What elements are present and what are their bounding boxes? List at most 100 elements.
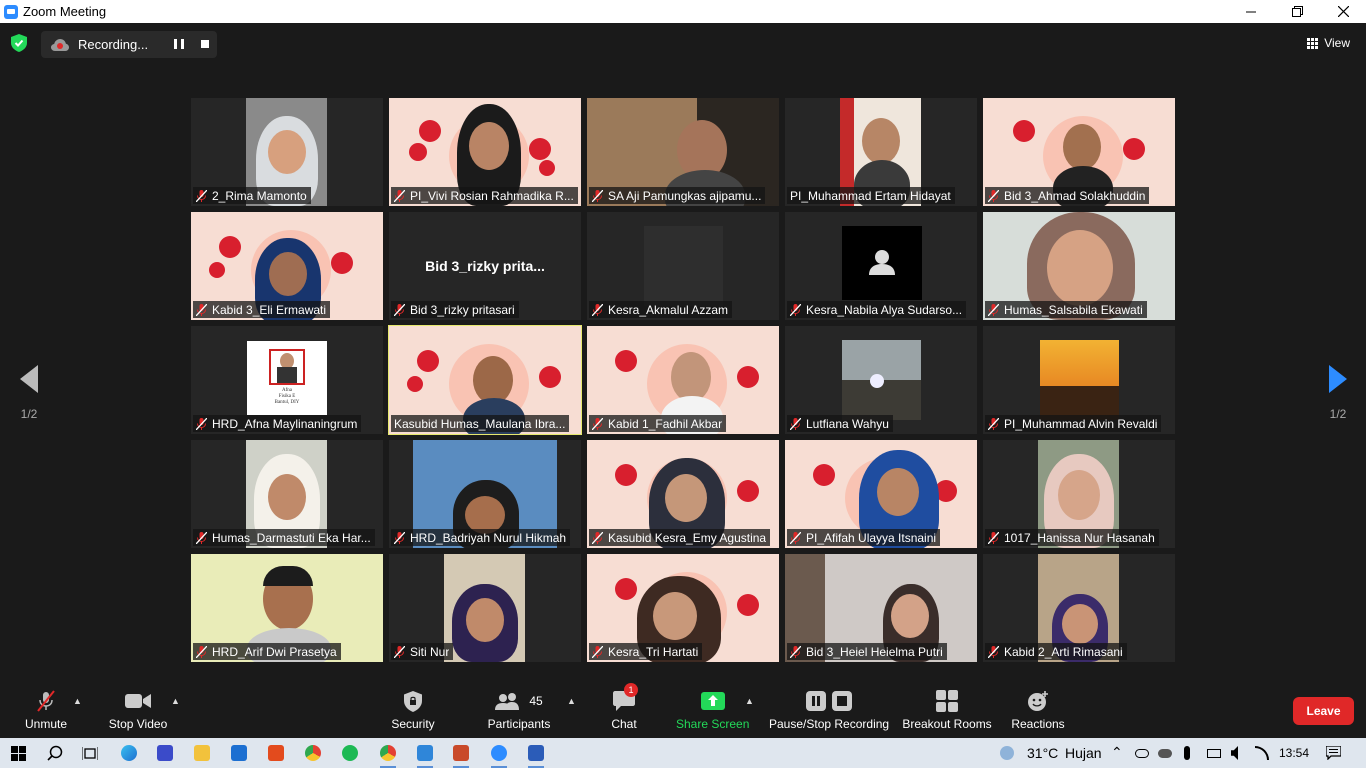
- participant-tile[interactable]: Bid 3_rizky prita... Bid 3_rizky pritasa…: [389, 212, 581, 320]
- participant-tile[interactable]: SA Aji Pamungkas ajipamu...: [587, 98, 779, 206]
- participant-name: Siti Nur: [410, 644, 450, 659]
- participant-tile[interactable]: PI_Vivi Rosian Rahmadika R...: [389, 98, 581, 206]
- task-view-icon[interactable]: [82, 746, 98, 761]
- participant-tile[interactable]: Kasubid Kesra_Emy Agustina: [587, 440, 779, 548]
- pause-recording-icon[interactable]: [174, 39, 184, 49]
- participant-tile[interactable]: Kesra_Tri Hartati: [587, 554, 779, 662]
- edge-browser-icon[interactable]: [121, 745, 137, 761]
- participants-options-caret-icon[interactable]: ▲: [567, 696, 576, 706]
- cloud-sync-icon[interactable]: [1158, 749, 1172, 758]
- screenshot-app-icon[interactable]: [417, 745, 433, 761]
- profile-picture-card: Afna Fisika E Bantul, DIY: [247, 341, 327, 415]
- participant-tile[interactable]: Kesra_Nabila Alya Sudarso...: [785, 212, 977, 320]
- previous-page[interactable]: 1/2: [14, 365, 44, 421]
- participant-name: PI_Afifah Ulayya Itsnaini: [806, 530, 937, 545]
- muted-mic-icon: [394, 189, 405, 202]
- participant-tile[interactable]: Kabid 2_Arti Rimasani: [983, 554, 1175, 662]
- participant-display-name: Bid 3_rizky prita...: [425, 258, 545, 274]
- window-title: Zoom Meeting: [23, 4, 107, 19]
- participant-tile[interactable]: Kabid 1_Fadhil Akbar: [587, 326, 779, 434]
- participant-tile[interactable]: Bid 3_Ahmad Solakhuddin: [983, 98, 1175, 206]
- security-button[interactable]: Security: [391, 690, 435, 731]
- battery-icon[interactable]: [1207, 749, 1221, 758]
- participant-name: Kabid 1_Fadhil Akbar: [608, 416, 723, 431]
- mail-icon[interactable]: [231, 745, 247, 761]
- participant-tile[interactable]: Kesra_Akmalul Azzam: [587, 212, 779, 320]
- participant-name: PI_Vivi Rosian Rahmadika R...: [410, 188, 574, 203]
- participant-tile[interactable]: HRD_Arif Dwi Prasetya: [191, 554, 383, 662]
- wifi-icon[interactable]: [1255, 746, 1269, 760]
- participant-tile[interactable]: PI_Muhammad Ertam Hidayat: [785, 98, 977, 206]
- unmute-button[interactable]: Unmute: [22, 690, 70, 731]
- share-screen-button[interactable]: Share Screen: [676, 690, 749, 731]
- weather-text: Hujan: [1065, 745, 1102, 761]
- security-shield-icon: [404, 690, 422, 712]
- cloud-recording-icon: [51, 38, 69, 51]
- next-page[interactable]: 1/2: [1323, 365, 1353, 421]
- participant-tile[interactable]: 2_Rima Mamonto: [191, 98, 383, 206]
- close-button[interactable]: [1320, 0, 1366, 23]
- spotify-icon[interactable]: [342, 745, 358, 761]
- clock-time[interactable]: 13:54: [1279, 746, 1309, 760]
- office-icon[interactable]: [268, 745, 284, 761]
- word-icon[interactable]: [528, 745, 544, 761]
- chat-label: Chat: [611, 717, 637, 731]
- participant-tile[interactable]: HRD_Badriyah Nurul Hikmah: [389, 440, 581, 548]
- microphone-tray-icon[interactable]: [1184, 746, 1190, 760]
- restore-button[interactable]: [1274, 0, 1320, 23]
- leave-meeting-button[interactable]: Leave: [1293, 697, 1354, 725]
- view-button[interactable]: View: [1307, 36, 1350, 50]
- participant-tile[interactable]: 1017_Hanissa Nur Hasanah: [983, 440, 1175, 548]
- video-options-caret-icon[interactable]: ▲: [171, 696, 180, 706]
- stop-recording-icon[interactable]: [201, 40, 209, 48]
- participant-tile[interactable]: Bid 3_Heiel Heielma Putri: [785, 554, 977, 662]
- participant-tile[interactable]: PI_Afifah Ulayya Itsnaini: [785, 440, 977, 548]
- zoom-meetings-icon[interactable]: [491, 745, 507, 761]
- muted-mic-icon: [988, 417, 999, 430]
- participant-name: Bid 3_Ahmad Solakhuddin: [1004, 188, 1146, 203]
- show-hidden-icons-chevron-icon[interactable]: ⌃: [1111, 744, 1123, 761]
- reactions-button[interactable]: Reactions: [1011, 690, 1065, 731]
- muted-mic-icon: [196, 645, 207, 658]
- windows-start-icon[interactable]: [11, 746, 26, 761]
- audio-options-caret-icon[interactable]: ▲: [73, 696, 82, 706]
- windows-taskbar: 31°C Hujan ⌃ 13:54: [0, 738, 1366, 768]
- stop-video-button[interactable]: Stop Video: [107, 690, 169, 731]
- zoom-app-taskbar-icon[interactable]: [157, 745, 173, 761]
- participant-tile[interactable]: Humas_Salsabila Ekawati: [983, 212, 1175, 320]
- participant-tile[interactable]: Siti Nur: [389, 554, 581, 662]
- share-options-caret-icon[interactable]: ▲: [745, 696, 754, 706]
- participant-tile[interactable]: Kabid 3_Eli Ermawati: [191, 212, 383, 320]
- muted-mic-icon: [988, 303, 999, 316]
- notifications-icon[interactable]: [1326, 746, 1341, 760]
- participant-name: Kasubid Kesra_Emy Agustina: [608, 530, 767, 545]
- file-explorer-icon[interactable]: [194, 745, 210, 761]
- weather-rain-icon[interactable]: [1000, 746, 1014, 760]
- participant-tile[interactable]: Lutfiana Wahyu: [785, 326, 977, 434]
- pause-stop-recording-button[interactable]: Pause/Stop Recording: [769, 690, 889, 731]
- chrome-profile-icon[interactable]: [380, 745, 396, 761]
- volume-icon[interactable]: [1231, 746, 1238, 760]
- chat-button[interactable]: 1 Chat: [610, 683, 638, 731]
- muted-mic-icon: [592, 645, 603, 658]
- active-speaker-tile[interactable]: Kasubid Humas_Maulana Ibra...: [388, 325, 582, 435]
- muted-mic-icon: [988, 645, 999, 658]
- participant-tile[interactable]: Humas_Darmastuti Eka Har...: [191, 440, 383, 548]
- minimize-button[interactable]: [1228, 0, 1274, 23]
- participants-button[interactable]: 45 Participants: [486, 690, 552, 731]
- participant-name: Kesra_Nabila Alya Sudarso...: [806, 302, 963, 317]
- breakout-rooms-icon: [936, 690, 958, 712]
- video-feed: [444, 554, 525, 662]
- video-feed: [644, 226, 723, 306]
- encryption-shield-icon[interactable]: [11, 34, 27, 52]
- powerpoint-icon[interactable]: [453, 745, 469, 761]
- chrome-icon[interactable]: [305, 745, 321, 761]
- profile-picture-tree: [842, 340, 921, 420]
- participant-name: Kabid 2_Arti Rimasani: [1004, 644, 1123, 659]
- page-indicator-left: 1/2: [20, 407, 38, 421]
- breakout-rooms-button[interactable]: Breakout Rooms: [902, 690, 992, 731]
- search-icon[interactable]: [47, 745, 63, 761]
- onedrive-cloud-icon[interactable]: [1135, 749, 1149, 758]
- participant-tile[interactable]: Afna Fisika E Bantul, DIY HRD_Afna Mayli…: [191, 326, 383, 434]
- participant-tile[interactable]: PI_Muhammad Alvin Revaldi: [983, 326, 1175, 434]
